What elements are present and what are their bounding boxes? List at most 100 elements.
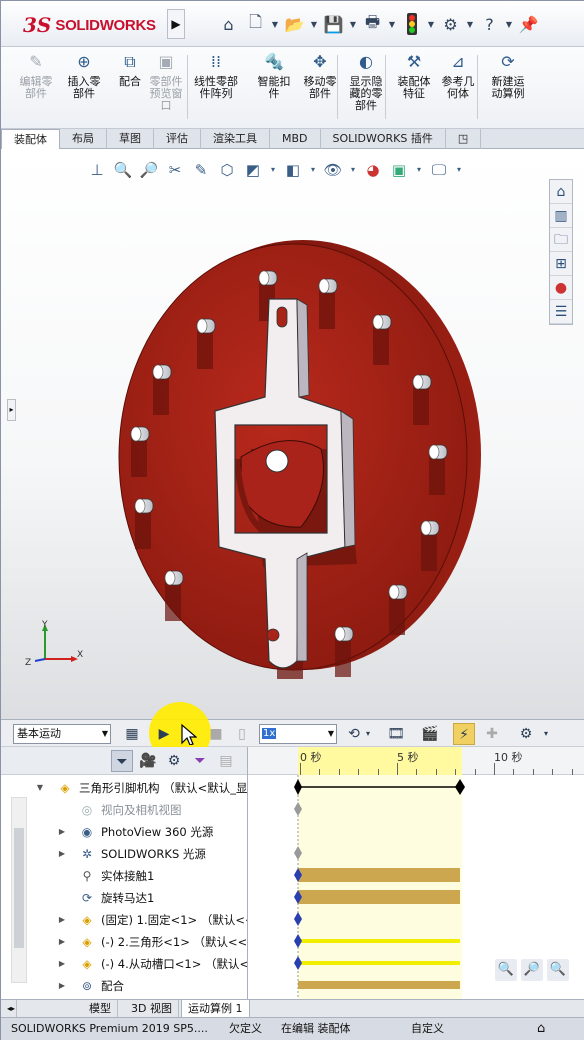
timeline-ruler[interactable]: 0 秒 5 秒 10 秒 (248, 747, 584, 775)
open-icon[interactable]: 📂 (281, 9, 308, 39)
chevron-right-icon[interactable]: ▶ (57, 821, 67, 843)
print-icon[interactable]: 🖶 (359, 9, 386, 39)
design-library-icon[interactable]: ▥ (550, 204, 572, 228)
ribbon-button-edit-part[interactable]: ✎ 编辑零 部件 (11, 51, 61, 100)
tab-options-icon[interactable]: ◳ (446, 129, 482, 149)
tree-row[interactable]: ▶ ◉ PhotoView 360 光源 (1, 821, 247, 843)
tab-2[interactable]: 草图 (107, 129, 154, 149)
root-key-end[interactable] (455, 779, 465, 795)
filter-results-icon[interactable]: ⏷ (189, 750, 211, 772)
tab-6[interactable]: SOLIDWORKS 插件 (321, 129, 446, 149)
tree-row[interactable]: ▶ ✲ SOLIDWORKS 光源 (1, 843, 247, 865)
tab-5[interactable]: MBD (270, 129, 321, 149)
tree-root-row[interactable]: ▼ ◈ 三角形引脚机构 （默认<默认_显 (1, 777, 247, 799)
chevron-down-icon[interactable]: ▼ (269, 9, 281, 39)
key-bar[interactable] (298, 868, 460, 882)
calculate-icon[interactable]: ▦ (121, 723, 143, 745)
chevron-down-icon[interactable]: ▼ (386, 9, 398, 39)
pin-icon[interactable]: 📌 (515, 9, 542, 39)
filter-animated-icon[interactable]: ⏷ (111, 750, 133, 772)
key-point[interactable] (294, 934, 302, 948)
new-file-icon[interactable]: 🗋 (242, 9, 269, 39)
chevron-down-icon[interactable]: ▼ (35, 777, 45, 799)
scrollbar-thumb[interactable] (14, 828, 24, 948)
tab-1[interactable]: 布局 (60, 129, 107, 149)
menu-expand-button[interactable]: ▶ (167, 9, 185, 39)
chevron-right-icon[interactable]: ▶ (57, 931, 67, 953)
chevron-right-icon[interactable]: ▶ (57, 843, 67, 865)
bottom-tab-0[interactable]: 模型 (83, 1000, 118, 1018)
status-chevron-icon[interactable]: ⌂ (537, 1018, 545, 1040)
solidworks-resources-home-icon[interactable]: ⌂ (550, 180, 572, 204)
ribbon-button-smart-fastener[interactable]: 🔩 智能扣 件 (249, 51, 299, 100)
key-point[interactable] (294, 912, 302, 926)
timeline-area[interactable]: 0 秒 5 秒 10 秒 🔍 🔎 🔍 (247, 747, 584, 999)
motor-icon[interactable]: ⚙ (515, 723, 537, 745)
playback-slider-icon[interactable]: ▯ (231, 723, 253, 745)
chevron-right-icon[interactable]: ▶ (57, 975, 67, 997)
tree-row[interactable]: ⟳ 旋转马达1 (1, 887, 247, 909)
tree-row[interactable]: ⚲ 实体接触1 (1, 865, 247, 887)
autokey-icon[interactable]: ⚡ (453, 723, 475, 745)
filter-selected-icon[interactable]: ⚙ (163, 750, 185, 772)
status-units[interactable]: 自定义 (411, 1018, 444, 1040)
chevron-down-icon[interactable]: ▾ (363, 723, 373, 745)
ribbon-button-show-hidden[interactable]: ◐ 显示隐 藏的零 部件 (341, 51, 391, 112)
tab-0[interactable]: 装配体 (1, 129, 60, 149)
tree-row[interactable]: ▶ ◈ (-) 4.从动槽口<1> （默认<< (1, 953, 247, 975)
options-gear-icon[interactable]: ⚙ (437, 9, 464, 39)
ribbon-button-assembly-feature[interactable]: ⚒ 装配体 特征 (389, 51, 439, 100)
zoom-out-icon[interactable]: 🔍 (547, 959, 569, 981)
chevron-right-icon[interactable]: ▶ (57, 909, 67, 931)
rebuild-traffic-light-icon[interactable] (398, 9, 425, 39)
tree-row[interactable]: ▶ ◈ (固定) 1.固定<1> （默认<< (1, 909, 247, 931)
stop-icon[interactable]: ■ (205, 723, 227, 745)
tree-scrollbar[interactable] (11, 797, 27, 983)
assembly-model[interactable] (1, 149, 584, 719)
play-icon[interactable] (177, 723, 199, 746)
tab-scroll-icon[interactable]: ◂▸ (1, 1000, 17, 1018)
bottom-tab-2[interactable]: 运动算例 1 (181, 1000, 250, 1018)
tree-row[interactable]: ◎ 视向及相机视图 (1, 799, 247, 821)
view-palette-icon[interactable]: ⊞ (550, 252, 572, 276)
chevron-down-icon[interactable]: ▼ (464, 9, 476, 39)
play-from-start-icon[interactable]: ▶ (153, 723, 175, 745)
bottom-tab-1[interactable]: 3D 视图 (125, 1000, 179, 1018)
change-bar[interactable] (298, 961, 460, 965)
key-bar[interactable] (298, 981, 460, 989)
zoom-in-icon[interactable]: 🔎 (521, 959, 543, 981)
ribbon-button-linear-pattern[interactable]: ⁞⁞ 线性零部 件阵列 (191, 51, 241, 100)
key-point[interactable] (294, 846, 302, 860)
ribbon-button-new-motion-study[interactable]: ⟳ 新建运 动算例 (483, 51, 533, 100)
playback-speed-dropdown[interactable]: 1x ▼ (259, 724, 337, 744)
playback-mode-loop-icon[interactable]: ⟲ (343, 723, 365, 745)
save-animation-icon[interactable]: 🎞 (385, 723, 407, 745)
change-bar[interactable] (298, 939, 460, 943)
chevron-down-icon[interactable]: ▾ (541, 723, 551, 745)
chevron-right-icon[interactable]: ▶ (57, 953, 67, 975)
tree-row[interactable]: ▶ ◈ (-) 2.三角形<1> （默认<<默 (1, 931, 247, 953)
key-bar[interactable] (298, 890, 460, 904)
root-key-start[interactable] (294, 779, 302, 795)
custom-properties-icon[interactable]: ☰ (550, 300, 572, 324)
save-icon[interactable]: 💾 (320, 9, 347, 39)
chevron-down-icon[interactable]: ▼ (347, 9, 359, 39)
file-explorer-folder-icon[interactable]: 🗀 (550, 228, 572, 252)
ribbon-button-insert-component[interactable]: ⊕ 插入零 部件 (59, 51, 109, 100)
auto-sort-icon[interactable]: ▤ (215, 750, 237, 772)
tab-3[interactable]: 评估 (154, 129, 201, 149)
tab-4[interactable]: 渲染工具 (201, 129, 270, 149)
key-point[interactable] (294, 956, 302, 970)
chevron-down-icon[interactable]: ▼ (503, 9, 515, 39)
add-update-key-icon[interactable]: ✚ (481, 723, 503, 745)
zoom-to-fit-icon[interactable]: 🔍 (495, 959, 517, 981)
home-icon[interactable]: ⌂ (215, 9, 242, 39)
animation-wizard-icon[interactable]: 🎬 (419, 723, 441, 745)
ribbon-button-reference-geometry[interactable]: ⊿ 参考几 何体 (433, 51, 483, 100)
chevron-down-icon[interactable]: ▼ (425, 9, 437, 39)
graphics-area[interactable]: ⊥ 🔍 🔎 ✂ ✎ ⬡ ◩ ▾ ◧ ▾ 👁 ▾ ◕ ▣ ▾ 🖵 ▾ Y X Z … (1, 149, 584, 719)
help-icon[interactable]: ? (476, 9, 503, 39)
chevron-down-icon[interactable]: ▼ (308, 9, 320, 39)
study-type-dropdown[interactable]: 基本运动 ▼ (13, 724, 111, 744)
ribbon-button-component-preview[interactable]: ▣ 零部件 预览窗 口 (141, 51, 191, 112)
